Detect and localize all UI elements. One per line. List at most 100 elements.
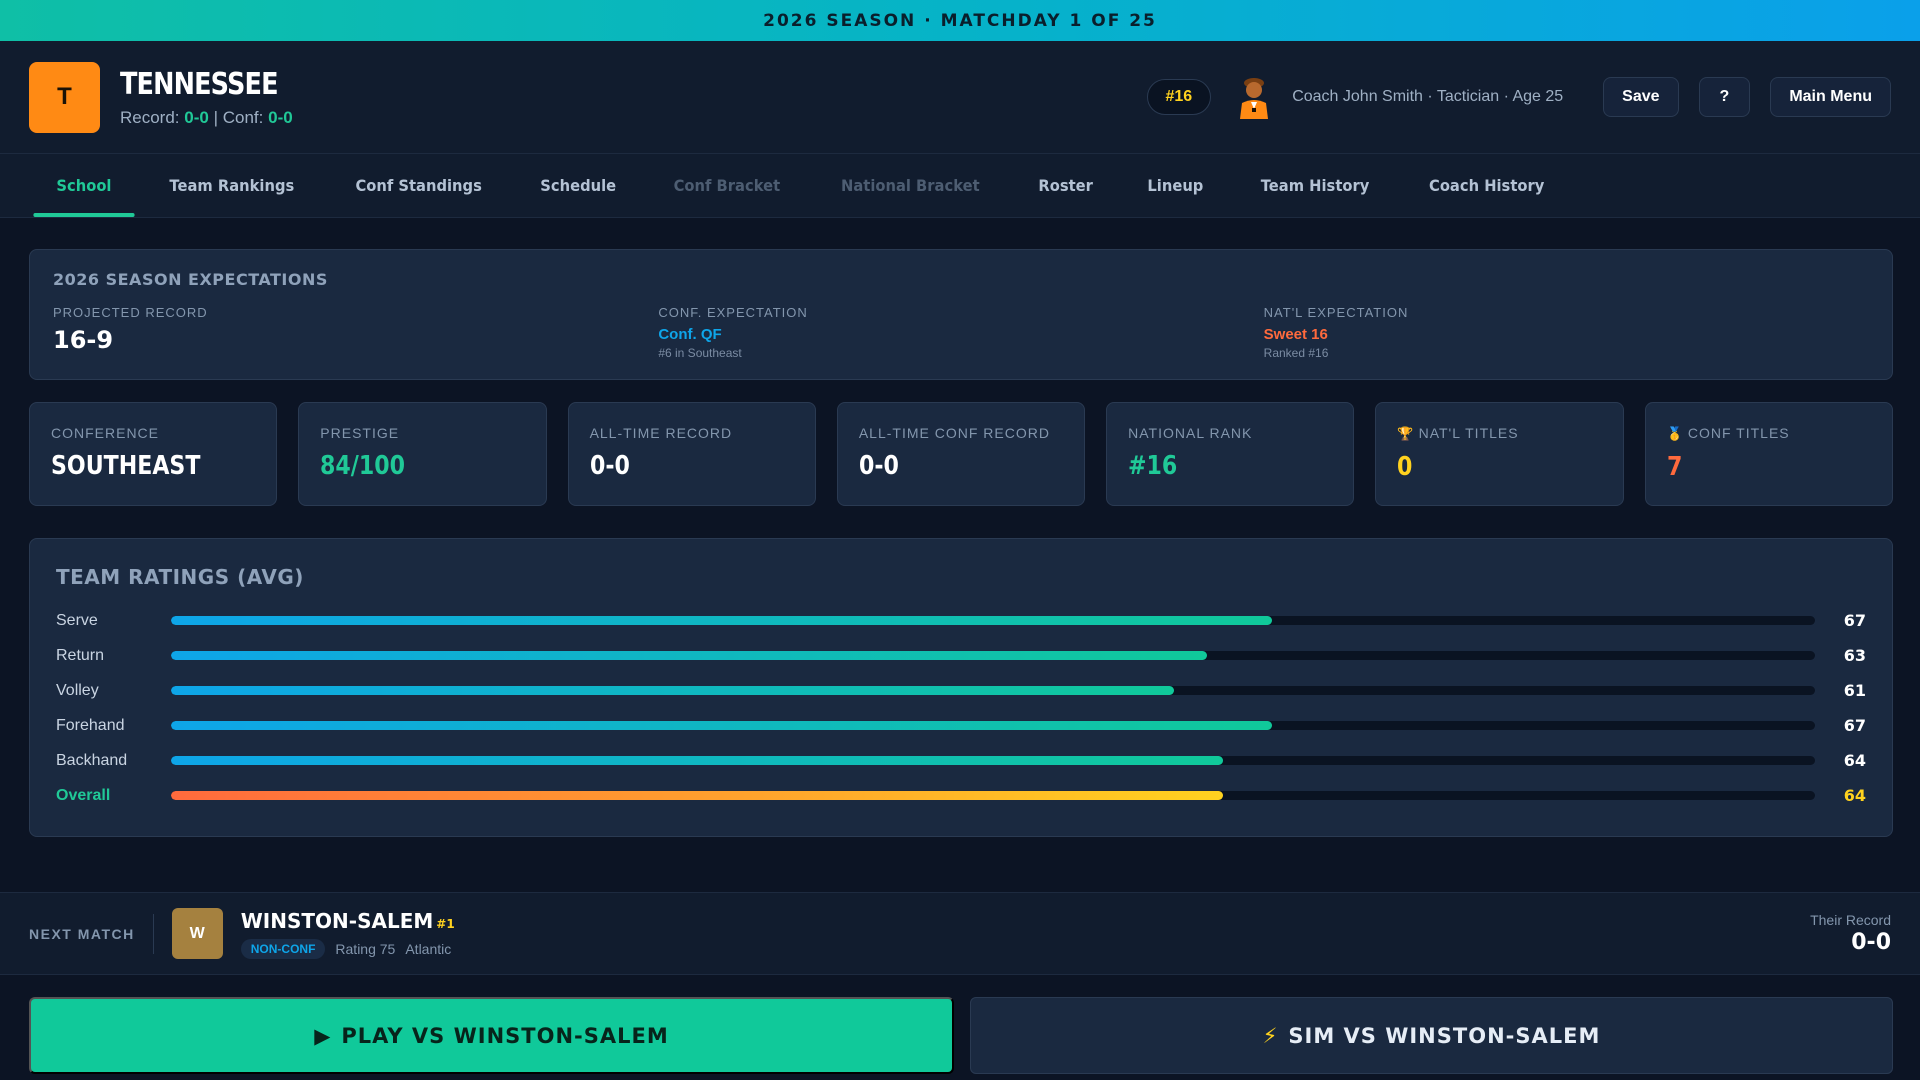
rating-name: Volley <box>56 681 99 699</box>
projected-record: PROJECTED RECORD 16-9 <box>53 305 658 360</box>
stat-card-all-time-conf-record: ALL-TIME CONF RECORD 0-0 <box>836 402 1086 506</box>
tab-conf-standings[interactable]: Conf Standings <box>332 154 504 217</box>
rating-row-forehand: Forehand 67 <box>56 708 1866 743</box>
ratings-list: Serve 67 Return 63 Volley 61 Forehand 67 Backhan… <box>56 603 1866 813</box>
rating-row-volley: Volley 61 <box>56 673 1866 708</box>
tab-conf-bracket: Conf Bracket <box>673 176 781 195</box>
stat-label-text: NAT'L TITLES <box>1418 425 1519 441</box>
stat-card-national-rank: NATIONAL RANK #16 <box>1106 402 1355 506</box>
tab-coach-history[interactable]: Coach History <box>1406 154 1567 217</box>
record-separator: | <box>213 107 218 127</box>
stat-card-nat-l-titles: 🏆 NAT'L TITLES 0 <box>1375 402 1624 506</box>
team-logo-letter: T <box>57 83 72 110</box>
team-name: TENNESSEE <box>120 66 279 102</box>
stat-card-conference: CONFERENCE SOUTHEAST <box>29 402 278 506</box>
rating-value: 64 <box>1843 751 1866 770</box>
sim-match-button[interactable]: ⚡ SIM VS WINSTON-SALEM <box>970 997 1893 1074</box>
stat-label: 🏆 NAT'L TITLES <box>1397 425 1601 442</box>
tab-national-bracket: National Bracket <box>841 176 980 195</box>
rating-bar-track <box>170 651 1816 660</box>
conf-expectation-label: CONF. EXPECTATION <box>658 305 808 320</box>
rating-row-serve: Serve 67 <box>56 603 1866 638</box>
medal-icon: 🥇 <box>1666 426 1684 441</box>
rating-name: Forehand <box>56 716 125 734</box>
coach-avatar-icon <box>1236 75 1272 119</box>
season-banner: 2026 SEASON · MATCHDAY 1 OF 25 <box>0 0 1920 41</box>
expectations-title: 2026 SEASON EXPECTATIONS <box>53 270 328 289</box>
stat-label-text: CONF TITLES <box>1687 425 1790 441</box>
stat-value: 84/100 <box>320 451 406 481</box>
stat-card-all-time-record: ALL-TIME RECORD 0-0 <box>567 402 816 506</box>
rank-badge: #16 <box>1146 79 1212 115</box>
opponent-rating: Rating 75 <box>335 940 396 957</box>
projected-record-label: PROJECTED RECORD <box>53 305 208 320</box>
rating-bar-fill <box>170 721 1273 730</box>
help-button[interactable]: ? <box>1698 77 1751 117</box>
tab-bar: School Team Rankings Conf Standings Schedul… <box>0 154 1920 218</box>
stat-label-text: ALL-TIME RECORD <box>589 425 733 441</box>
season-expectations-panel: 2026 SEASON EXPECTATIONS PROJECTED RECOR… <box>29 249 1893 380</box>
rating-bar-fill <box>170 791 1224 800</box>
header-actions: #16 Coach John Smith · Tactician · Age 2… <box>1146 75 1891 119</box>
play-match-label: PLAY VS WINSTON-SALEM <box>341 1023 669 1048</box>
conf-expectation-sub: #6 in Southeast <box>658 346 742 360</box>
stat-value: 7 <box>1666 452 1683 482</box>
overall-record: 0-0 <box>184 107 209 127</box>
projected-record-value: 16-9 <box>53 326 114 354</box>
next-match-label: NEXT MATCH <box>29 913 154 954</box>
match-actions: ▶ PLAY VS WINSTON-SALEM ⚡ SIM VS WINSTON… <box>29 997 1893 1074</box>
team-header: T TENNESSEE Record: 0-0 | Conf: 0-0 #16 … <box>0 41 1920 154</box>
play-match-button[interactable]: ▶ PLAY VS WINSTON-SALEM <box>29 997 954 1074</box>
rating-value: 61 <box>1843 681 1866 700</box>
rating-bar-track <box>170 791 1816 800</box>
tab-schedule[interactable]: Schedule <box>517 154 639 217</box>
conf-record-label: Conf: <box>222 107 264 127</box>
main-menu-button[interactable]: Main Menu <box>1770 77 1891 117</box>
season-banner-text: 2026 SEASON · MATCHDAY 1 OF 25 <box>763 10 1157 31</box>
tab-lineup[interactable]: Lineup <box>1124 154 1226 217</box>
tab-team-rankings[interactable]: Team Rankings <box>146 154 317 217</box>
conf-expectation: CONF. EXPECTATION Conf. QF #6 in Southea… <box>658 305 1263 360</box>
trophy-icon: 🏆 <box>1397 426 1415 441</box>
opponent-logo-letter: W <box>189 924 205 942</box>
stat-label-text: NATIONAL RANK <box>1128 425 1253 441</box>
stat-label: PRESTIGE <box>320 425 524 441</box>
tab-team-history[interactable]: Team History <box>1237 154 1392 217</box>
play-icon: ▶ <box>314 1023 332 1048</box>
opponent-conference: Atlantic <box>405 940 452 957</box>
stat-label-text: PRESTIGE <box>320 425 400 441</box>
record-label: Record: <box>120 107 180 127</box>
stat-label: 🥇 CONF TITLES <box>1667 425 1871 442</box>
rating-bar-track <box>170 616 1816 625</box>
team-record-line: Record: 0-0 | Conf: 0-0 <box>120 108 306 128</box>
coach-info: Coach John Smith · Tactician · Age 25 <box>1292 88 1564 105</box>
rating-name: Overall <box>56 786 111 804</box>
opponent-info: WINSTON-SALEM #1 NON-CONF Rating 75 Atlan… <box>240 909 455 959</box>
stat-card-conf-titles: 🥇 CONF TITLES 7 <box>1644 402 1893 506</box>
opponent-name-line: WINSTON-SALEM #1 <box>241 909 455 933</box>
rating-value: 63 <box>1843 646 1866 665</box>
conf-expectation-value: Conf. QF <box>658 326 722 343</box>
opponent-logo: W <box>171 908 223 959</box>
tab-school[interactable]: School <box>33 154 135 217</box>
non-conf-tag: NON-CONF <box>240 938 326 959</box>
rating-row-overall: Overall 64 <box>56 778 1866 813</box>
their-record-label: Their Record <box>1810 912 1891 928</box>
stat-label-text: ALL-TIME CONF RECORD <box>858 425 1050 441</box>
next-match-bar: NEXT MATCH W WINSTON-SALEM #1 NON-CONF Ra… <box>0 892 1920 975</box>
stat-value: SOUTHEAST <box>51 451 201 481</box>
stat-card-prestige: PRESTIGE 84/100 <box>298 402 547 506</box>
save-button[interactable]: Save <box>1603 77 1679 117</box>
stat-value: #16 <box>1128 451 1178 481</box>
natl-expectation-sub: Ranked #16 <box>1263 346 1329 360</box>
tab-roster[interactable]: Roster <box>1015 154 1115 217</box>
rating-bar-track <box>170 721 1816 730</box>
opponent-meta: NON-CONF Rating 75 Atlantic <box>240 938 455 959</box>
stat-cards: CONFERENCE SOUTHEAST PRESTIGE 84/100 ALL-TIM… <box>29 402 1893 506</box>
ratings-title: TEAM RATINGS (AVG) <box>56 565 304 589</box>
opponent-name: WINSTON-SALEM <box>240 908 434 933</box>
opponent-rank: #1 <box>436 916 455 931</box>
rating-value: 67 <box>1843 611 1866 630</box>
natl-expectation-label: NAT'L EXPECTATION <box>1263 305 1409 320</box>
their-record-value: 0-0 <box>1851 930 1891 955</box>
